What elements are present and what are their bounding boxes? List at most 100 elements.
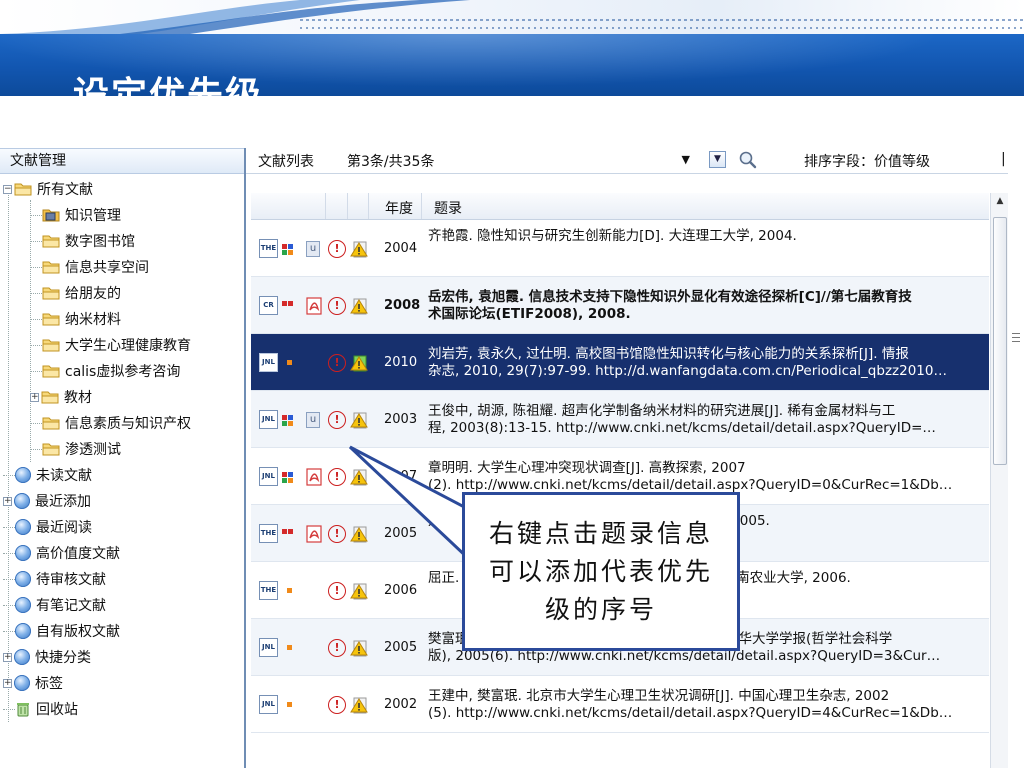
citation-line-1: 王俊中, 胡源, 陈祖耀. 超声化学制备纳米材料的研究进展[J]. 稀有金属材料…: [428, 403, 896, 419]
color-tags-cell: [282, 619, 298, 676]
importance-icon[interactable]: !: [328, 581, 346, 600]
tree-item-label: 知识管理: [65, 208, 121, 224]
sort-field-label[interactable]: 排序字段：价值等级: [804, 151, 930, 171]
recycle-bin-icon: [17, 703, 29, 717]
importance-icon[interactable]: !: [328, 410, 346, 429]
expand-icon[interactable]: +: [3, 652, 12, 662]
expand-icon[interactable]: +: [3, 496, 12, 506]
tree-item-label: 有笔记文献: [36, 598, 106, 614]
tree-item[interactable]: 高价值度文献: [0, 540, 244, 566]
tree-connector: [30, 318, 42, 320]
warning-icon: [350, 697, 368, 714]
document-type-icon: THE: [259, 581, 278, 600]
record-row[interactable]: CR! 2008 岳宏伟, 袁旭霞. 信息技术支持下隐性知识外显化有效途径探析[C]…: [251, 277, 989, 334]
importance-icon[interactable]: !: [328, 467, 346, 486]
tree-item[interactable]: 信息素质与知识产权: [0, 410, 244, 436]
importance-icon[interactable]: !: [328, 296, 346, 315]
toolbar-divider: |: [1001, 151, 1006, 167]
tree-connector: [30, 214, 42, 216]
status-cell: [350, 448, 369, 505]
tree-item-label: 纳米材料: [65, 312, 121, 328]
column-year[interactable]: 年度: [385, 198, 413, 218]
record-citation: 章明明. 大学生心理冲突现状调查[J]. 高教探索, 2007 (2). http…: [428, 460, 980, 494]
tree-item[interactable]: 渗透测试: [0, 436, 244, 462]
record-row[interactable]: THE u! 2004 齐艳霞. 隐性知识与研究生创新能力[D]. 大连理工大学, 2…: [251, 220, 989, 277]
record-position: 第3条/共35条: [347, 154, 435, 170]
list-toolbar: 文献列表 第3条/共35条 ▼ ▼ 排序字段：价值等级 |: [246, 148, 1024, 174]
color-tags-cell: [282, 448, 298, 505]
tree-item[interactable]: calis虚拟参考咨询: [0, 358, 244, 384]
tree-connector: [3, 578, 15, 580]
tree-item[interactable]: 自有版权文献: [0, 618, 244, 644]
importance-cell: !: [328, 448, 346, 505]
tree-item[interactable]: + 最近添加: [0, 488, 244, 514]
record-type-cell: JNL: [259, 334, 278, 391]
color-tags-icon: [282, 414, 298, 426]
library-tree: − 所有文献知识管理数字图书馆信息共享空间给朋友的纳米材料大学生心理健康教育 cal…: [0, 174, 244, 722]
dropdown-button[interactable]: ▼: [709, 151, 726, 168]
tree-panel-header: 文献管理: [0, 148, 244, 174]
record-citation: 王建中, 樊富珉. 北京市大学生心理卫生状况调研[J]. 中国心理卫生杂志, 2…: [428, 688, 980, 722]
scroll-thumb[interactable]: [993, 217, 1007, 465]
tree-item[interactable]: + 快捷分类: [0, 644, 244, 670]
annotation-callout: 右键点击题录信息可以添加代表优先级的序号: [462, 492, 740, 651]
tree-item[interactable]: + 标签: [0, 670, 244, 696]
status-cell: [350, 334, 369, 391]
tree-item[interactable]: 数字图书馆: [0, 228, 244, 254]
importance-icon[interactable]: !: [328, 239, 346, 258]
record-year: 2005: [384, 640, 418, 655]
status-cell: [350, 277, 369, 334]
callout-text: 右键点击题录信息可以添加代表优先级的序号: [488, 518, 713, 624]
orb-icon: [15, 623, 31, 639]
record-row[interactable]: JNL! 2002 王建中, 樊富珉. 北京市大学生心理卫生状况调研[J]. 中国心…: [251, 676, 989, 733]
record-citation: 刘岩芳, 袁永久, 过仕明. 高校图书馆隐性知识转化与核心能力的关系探析[J].…: [428, 346, 980, 380]
tree-connector: [3, 526, 15, 528]
tree-item[interactable]: 知识管理: [0, 202, 244, 228]
tree-connector: [30, 240, 42, 242]
tree-item[interactable]: 有笔记文献: [0, 592, 244, 618]
column-title[interactable]: 题录: [434, 198, 462, 218]
expand-icon[interactable]: +: [30, 392, 39, 402]
document-type-icon: CR: [259, 296, 278, 315]
tree-item[interactable]: 未读文献: [0, 462, 244, 488]
record-row[interactable]: JNL! 2010 刘岩芳, 袁永久, 过仕明. 高校图书馆隐性知识转化与核心能力的…: [251, 334, 989, 391]
folder-special-icon: [42, 209, 60, 222]
color-tags-cell: [282, 505, 298, 562]
folder-icon: [42, 235, 60, 248]
color-tags-cell: [282, 562, 298, 619]
warning-icon: [350, 526, 368, 543]
expand-icon[interactable]: +: [3, 678, 12, 688]
citation-line-2: 程, 2003(8):13-15. http://www.cnki.net/kc…: [428, 420, 936, 436]
record-year: 2008: [384, 298, 421, 313]
tree-connector: [30, 344, 42, 346]
importance-icon[interactable]: !: [328, 638, 346, 657]
tree-item[interactable]: − 所有文献: [0, 176, 244, 202]
importance-cell: !: [328, 676, 346, 733]
citation-line-1: 章明明. 大学生心理冲突现状调查[J]. 高教探索, 2007: [428, 460, 746, 476]
color-tags-cell: [282, 220, 298, 277]
tree-item[interactable]: 大学生心理健康教育: [0, 332, 244, 358]
tree-item[interactable]: 回收站: [0, 696, 244, 722]
tree-item[interactable]: 给朋友的: [0, 280, 244, 306]
tree-item[interactable]: 纳米材料: [0, 306, 244, 332]
importance-icon[interactable]: !: [328, 524, 346, 543]
scroll-up-icon[interactable]: ▲: [993, 196, 1007, 208]
tree-item[interactable]: 信息共享空间: [0, 254, 244, 280]
tree-item-label: 信息共享空间: [65, 260, 149, 276]
importance-icon[interactable]: !: [328, 353, 346, 372]
record-row[interactable]: JNL u! 2003 王俊中, 胡源, 陈祖耀. 超声化学制备纳米材料的研究进展[J…: [251, 391, 989, 448]
tree-item[interactable]: + 教材: [0, 384, 244, 410]
collapse-icon[interactable]: −: [3, 184, 12, 194]
search-icon[interactable]: [738, 150, 758, 170]
color-tags-icon: [282, 358, 298, 368]
tree-item[interactable]: 待审核文献: [0, 566, 244, 592]
record-year: 2003: [384, 412, 418, 427]
vertical-scrollbar[interactable]: ▲: [990, 193, 1008, 768]
record-year: 2005: [384, 526, 418, 541]
document-type-icon: THE: [259, 524, 278, 543]
tree-item[interactable]: 最近阅读: [0, 514, 244, 540]
record-type-cell: JNL: [259, 391, 278, 448]
importance-icon[interactable]: !: [328, 695, 346, 714]
folder-icon: [14, 183, 32, 196]
filter-select[interactable]: ▼: [524, 150, 694, 171]
